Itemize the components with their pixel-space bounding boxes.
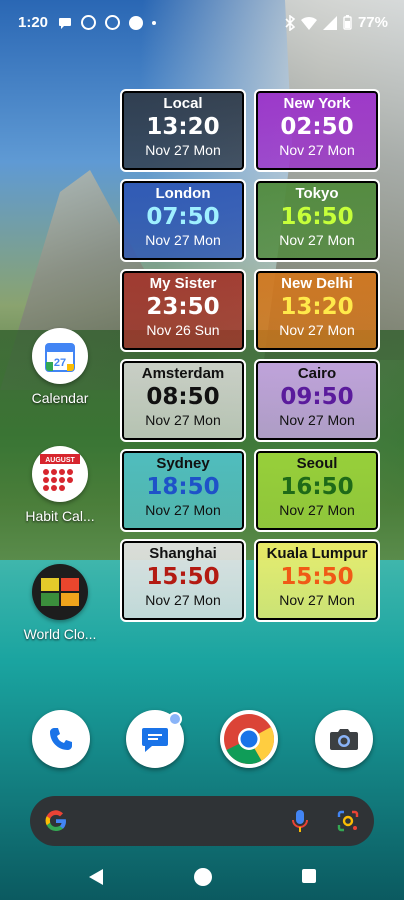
battery-icon (343, 15, 352, 30)
battery-percent: 77% (357, 14, 388, 31)
clock-tile[interactable]: My Sister 23:50 Nov 26 Sun (120, 269, 246, 352)
clock-city: Cairo (297, 365, 337, 382)
clock-city: My Sister (149, 275, 217, 292)
circle-icon (129, 15, 143, 30)
lens-icon[interactable] (336, 809, 360, 838)
app-world-clock[interactable]: World Clo... (15, 564, 105, 642)
clock-tile[interactable]: Shanghai 15:50 Nov 27 Mon (120, 539, 246, 622)
clock-city: Local (163, 95, 203, 112)
world-clock-widget[interactable]: Local 13:20 Nov 27 Mon New York 02:50 Nov 27 … (120, 89, 382, 622)
clock-tile[interactable]: Kuala Lumpur 15:50 Nov 27 Mon (254, 539, 380, 622)
chrome-icon[interactable] (220, 710, 278, 768)
clock-date: Nov 27 Mon (145, 412, 221, 428)
status-right: 77% (285, 14, 388, 31)
clock-city: Sydney (156, 455, 210, 472)
habit-calendar-icon: AUGUST (32, 446, 88, 502)
clock-time: 15:50 (146, 564, 220, 590)
clock-time: 02:50 (280, 114, 354, 140)
clock-tile[interactable]: New York 02:50 Nov 27 Mon (254, 89, 380, 172)
dot-icon (152, 20, 156, 25)
bluetooth-icon (285, 14, 295, 31)
clock-tile[interactable]: New Delhi 13:20 Nov 27 Mon (254, 269, 380, 352)
habit-calendar-badge: AUGUST (45, 457, 75, 464)
clock-time: 23:50 (146, 294, 220, 320)
clock-city: Amsterdam (141, 365, 225, 382)
clock-tile[interactable]: Sydney 18:50 Nov 27 Mon (120, 449, 246, 532)
dock (0, 710, 404, 770)
clock-time: 07:50 (146, 204, 220, 230)
app-label-habit-calendar: Habit Cal... (25, 508, 95, 524)
clock-time: 16:50 (280, 204, 354, 230)
clock-city: New York (283, 95, 351, 112)
notification-icons (58, 15, 156, 30)
nav-bar (0, 852, 404, 900)
clock-time: 13:20 (146, 114, 220, 140)
app-habit-calendar[interactable]: AUGUST Habit Cal... (15, 446, 105, 524)
clock-date: Nov 27 Mon (279, 412, 355, 428)
clock-tile[interactable]: Cairo 09:50 Nov 27 Mon (254, 359, 380, 442)
clock-time: 08:50 (146, 384, 220, 410)
clock-time: 18:50 (146, 474, 220, 500)
clock-city: Kuala Lumpur (266, 545, 368, 562)
clock-date: Nov 27 Mon (279, 592, 355, 608)
unread-dot (168, 712, 182, 726)
calendar-icon: 27 (32, 328, 88, 384)
mic-icon[interactable] (292, 809, 308, 838)
clock-tile[interactable]: London 07:50 Nov 27 Mon (120, 179, 246, 262)
back-icon[interactable] (88, 868, 104, 891)
camera-icon[interactable] (315, 710, 373, 768)
clock-date: Nov 27 Mon (145, 592, 221, 608)
google-g-icon (44, 809, 68, 838)
ring-icon (105, 15, 120, 30)
phone-icon[interactable] (32, 710, 90, 768)
clock-city: New Delhi (281, 275, 353, 292)
clock-date: Nov 27 Mon (279, 142, 355, 158)
app-calendar[interactable]: 27 Calendar (15, 328, 105, 406)
clock-tile[interactable]: Tokyo 16:50 Nov 27 Mon (254, 179, 380, 262)
clock-city: Tokyo (295, 185, 339, 202)
status-time: 1:20 (18, 14, 49, 31)
clock-tile[interactable]: Seoul 16:50 Nov 27 Mon (254, 449, 380, 532)
status-bar: 1:20 77% (0, 0, 404, 48)
clock-time: 16:50 (280, 474, 354, 500)
clock-city: Seoul (296, 455, 338, 472)
clock-date: Nov 27 Mon (145, 232, 221, 248)
world-clock-icon (32, 564, 88, 620)
clock-date: Nov 27 Mon (145, 502, 221, 518)
search-bar[interactable] (30, 796, 374, 846)
messages-icon[interactable] (126, 710, 184, 768)
clock-city: London (155, 185, 211, 202)
clock-time: 09:50 (280, 384, 354, 410)
app-label-world-clock: World Clo... (23, 626, 97, 642)
clock-date: Nov 27 Mon (145, 142, 221, 158)
clock-time: 15:50 (280, 564, 354, 590)
signal-icon (322, 15, 337, 30)
ring-icon (81, 15, 96, 30)
calendar-day: 27 (54, 357, 66, 369)
clock-time: 13:20 (280, 294, 354, 320)
clock-date: Nov 27 Mon (279, 232, 355, 248)
clock-tile[interactable]: Amsterdam 08:50 Nov 27 Mon (120, 359, 246, 442)
app-label-calendar: Calendar (31, 390, 89, 406)
chat-bubble-icon (59, 17, 71, 29)
recents-icon[interactable] (301, 868, 317, 889)
clock-tile[interactable]: Local 13:20 Nov 27 Mon (120, 89, 246, 172)
wifi-icon (300, 16, 317, 30)
clock-date: Nov 27 Mon (279, 502, 355, 518)
clock-date: Nov 27 Mon (279, 322, 355, 338)
home-icon[interactable] (193, 867, 213, 892)
clock-date: Nov 26 Sun (146, 322, 220, 338)
clock-city: Shanghai (149, 545, 217, 562)
